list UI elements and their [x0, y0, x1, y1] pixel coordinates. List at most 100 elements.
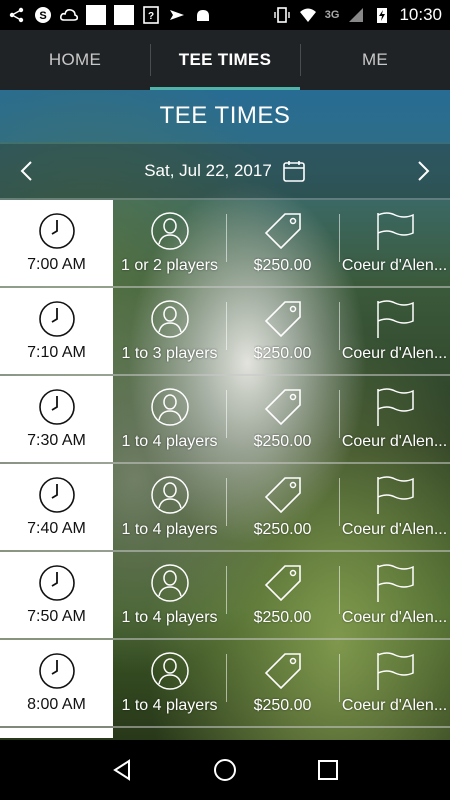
- vibrate-icon: [274, 7, 290, 23]
- back-button[interactable]: [102, 750, 142, 790]
- recents-button[interactable]: [308, 750, 348, 790]
- players-cell: 1 to 4 players: [113, 376, 226, 462]
- flag-icon: [376, 652, 414, 690]
- tee-time: 7:50 AM: [27, 608, 86, 625]
- date-label: Sat, Jul 22, 2017: [144, 161, 272, 180]
- home-circle-icon: [213, 759, 236, 781]
- price-label: $250.00: [253, 345, 312, 362]
- person-icon: [150, 652, 189, 690]
- price-tag-icon: [264, 565, 301, 602]
- person-icon: [150, 564, 189, 602]
- status-bar: S ? 3G 10:30: [0, 0, 450, 30]
- price-tag-icon: [264, 213, 301, 250]
- flag-icon: [376, 564, 414, 602]
- share-icon: [9, 7, 24, 23]
- chevron-left-icon: [20, 161, 32, 181]
- wifi-icon: [299, 8, 316, 22]
- notification-square-icon: [114, 5, 134, 25]
- course-cell: Coeur d'Alen...: [339, 376, 450, 462]
- tee-time-row[interactable]: 7:10 AM 1 to 3 players $250.00 Coeur d'A…: [0, 288, 450, 376]
- price-cell: $250.00: [226, 200, 339, 286]
- course-label: Coeur d'Alen...: [341, 257, 448, 274]
- flag-icon: [376, 300, 414, 338]
- course-label: Coeur d'Alen...: [341, 433, 448, 450]
- players-label: 1 to 4 players: [121, 521, 218, 538]
- flag-icon: [376, 388, 414, 426]
- tee-time: 7:40 AM: [27, 520, 86, 537]
- price-tag-icon: [264, 389, 301, 426]
- time-cell: [0, 728, 113, 738]
- price-label: $250.00: [253, 609, 312, 626]
- recents-square-icon: [318, 760, 339, 780]
- time-cell: 7:30 AM: [0, 376, 113, 462]
- course-cell: Coeur d'Alen...: [339, 200, 450, 286]
- players-cell: 1 to 4 players: [113, 552, 226, 638]
- tee-time-row[interactable]: 7:00 AM 1 or 2 players $250.00 Coeur d'A…: [0, 200, 450, 288]
- players-cell: 1 to 4 players: [113, 640, 226, 726]
- network-type: 3G: [324, 9, 340, 21]
- tab-me[interactable]: ME: [300, 30, 450, 90]
- price-tag-icon: [264, 477, 301, 514]
- person-icon: [150, 388, 189, 426]
- course-label: Coeur d'Alen...: [341, 609, 448, 626]
- flag-icon: [376, 476, 414, 514]
- cloud-icon: [60, 9, 78, 21]
- course-cell: Coeur d'Alen...: [339, 464, 450, 550]
- clock-time: 10:30: [399, 5, 442, 24]
- price-cell: $250.00: [226, 288, 339, 374]
- tee-time-row[interactable]: 8:00 AM 1 to 4 players $250.00 Coeur d'A…: [0, 640, 450, 728]
- price-tag-icon: [264, 301, 301, 338]
- svg-text:S: S: [39, 10, 46, 22]
- back-triangle-icon: [112, 759, 130, 781]
- clock-icon: [38, 301, 75, 337]
- chevron-right-icon: [418, 161, 430, 181]
- svg-text:?: ?: [148, 11, 154, 22]
- clock-icon: [38, 213, 75, 249]
- course-cell: Coeur d'Alen...: [339, 552, 450, 638]
- tee-time: 8:00 AM: [27, 696, 86, 713]
- price-cell: $250.00: [226, 376, 339, 462]
- time-cell: 7:50 AM: [0, 552, 113, 638]
- signal-icon: [349, 8, 364, 22]
- flag-icon: [376, 212, 414, 250]
- tee-time-row-partial[interactable]: [0, 728, 450, 738]
- tee-time: 7:00 AM: [27, 256, 86, 273]
- tee-time-row[interactable]: 7:50 AM 1 to 4 players $250.00 Coeur d'A…: [0, 552, 450, 640]
- tab-tee-times[interactable]: TEE TIMES: [150, 30, 300, 90]
- clock-icon: [38, 653, 75, 689]
- next-day-button[interactable]: [398, 143, 450, 199]
- time-cell: 8:00 AM: [0, 640, 113, 726]
- time-cell: 7:00 AM: [0, 200, 113, 286]
- skype-icon: S: [35, 7, 51, 23]
- price-label: $250.00: [253, 697, 312, 714]
- calendar-icon: [282, 161, 305, 182]
- tee-time: 7:10 AM: [27, 344, 86, 361]
- players-cell: 1 or 2 players: [113, 200, 226, 286]
- system-nav-bar: [0, 740, 450, 800]
- tab-bar: HOME TEE TIMES ME: [0, 30, 450, 90]
- players-label: 1 to 4 players: [121, 433, 218, 450]
- tee-time-row[interactable]: 7:40 AM 1 to 4 players $250.00 Coeur d'A…: [0, 464, 450, 552]
- players-cell: 1 to 4 players: [113, 464, 226, 550]
- tee-time-row[interactable]: 7:30 AM 1 to 4 players $250.00 Coeur d'A…: [0, 376, 450, 464]
- price-cell: $250.00: [226, 552, 339, 638]
- page-title: TEE TIMES: [159, 102, 291, 129]
- help-doc-icon: ?: [143, 6, 159, 24]
- android-icon: [197, 10, 209, 21]
- price-cell: $250.00: [226, 464, 339, 550]
- players-cell: 1 to 3 players: [113, 288, 226, 374]
- previous-day-button[interactable]: [0, 143, 52, 199]
- course-label: Coeur d'Alen...: [341, 697, 448, 714]
- tab-home[interactable]: HOME: [0, 30, 150, 90]
- players-label: 1 to 4 players: [121, 697, 218, 714]
- price-label: $250.00: [253, 257, 312, 274]
- course-cell: Coeur d'Alen...: [339, 640, 450, 726]
- person-icon: [150, 300, 189, 338]
- date-display[interactable]: Sat, Jul 22, 2017: [52, 159, 398, 183]
- person-icon: [150, 212, 189, 250]
- person-icon: [150, 476, 189, 514]
- home-button[interactable]: [205, 750, 245, 790]
- send-icon: [170, 10, 184, 20]
- tee-time: 7:30 AM: [27, 432, 86, 449]
- players-label: 1 to 3 players: [121, 345, 218, 362]
